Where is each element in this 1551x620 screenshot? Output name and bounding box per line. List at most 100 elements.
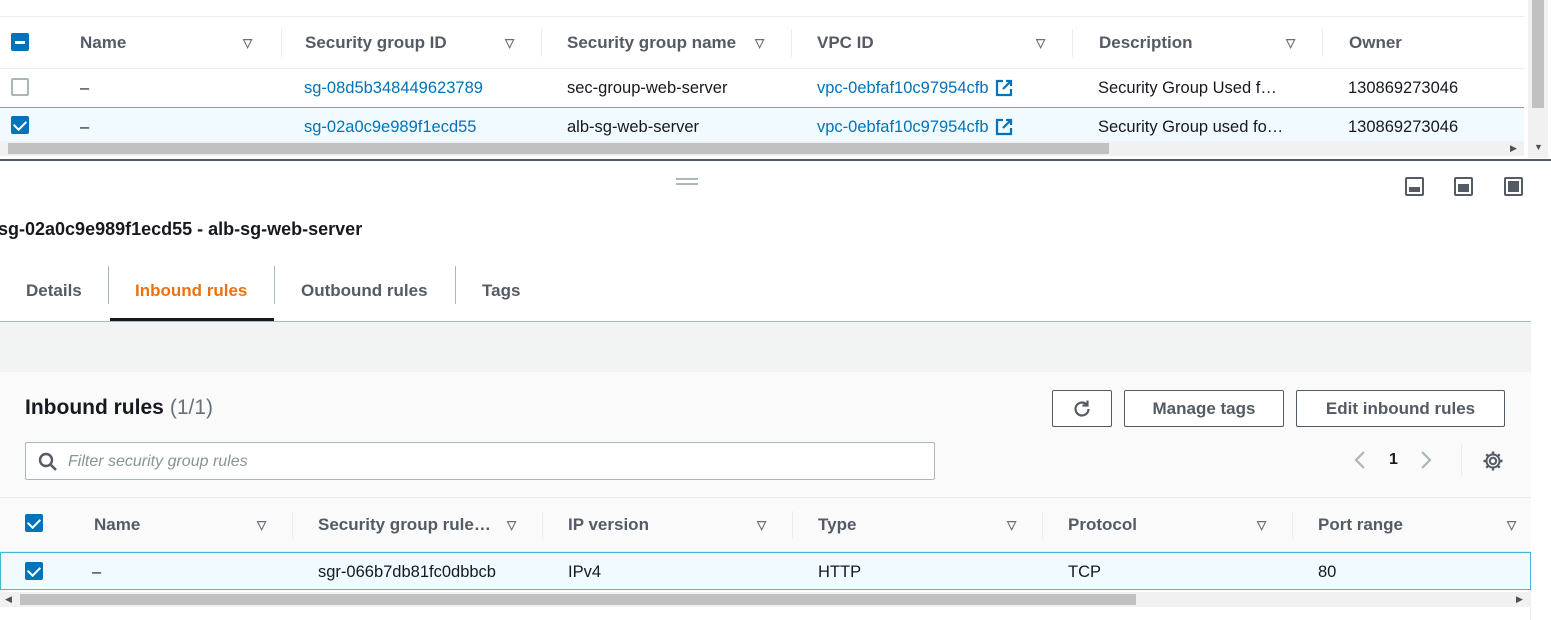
column-header-security-group-name[interactable]: Security group name ▽ [567, 17, 787, 69]
column-divider[interactable] [281, 29, 282, 57]
tab-divider [108, 266, 109, 304]
column-header-port-range[interactable]: Port range ▽ [1318, 499, 1523, 551]
scrollbar-thumb[interactable] [20, 594, 1136, 605]
security-groups-table: Name ▽ Security group ID ▽ Security grou… [0, 0, 1524, 160]
column-header-label: Owner [1349, 33, 1402, 52]
table-top-strip [0, 0, 1524, 17]
sort-icon[interactable]: ▽ [505, 36, 514, 50]
table-row[interactable]: – sg-08d5b348449623789 sec-group-web-ser… [0, 69, 1524, 107]
horizontal-scrollbar[interactable]: ▶ [0, 141, 1524, 156]
scroll-left-arrow-icon[interactable]: ◀ [5, 594, 12, 605]
column-divider[interactable] [292, 511, 293, 539]
external-link-icon[interactable] [995, 118, 1013, 136]
sort-icon[interactable]: ▽ [243, 36, 252, 50]
security-group-id-link[interactable]: sg-08d5b348449623789 [304, 69, 483, 107]
manage-tags-button[interactable]: Manage tags [1124, 390, 1284, 427]
column-header-rule-id[interactable]: Security group rule… ▽ [318, 499, 533, 551]
column-header-label: Name [80, 33, 127, 52]
column-divider[interactable] [541, 29, 542, 57]
scroll-right-arrow-icon[interactable]: ▶ [1516, 594, 1523, 605]
column-header-type[interactable]: Type ▽ [818, 499, 1033, 551]
inbound-rules-container: Inbound rules (1/1) Manage tags Edit inbo… [0, 372, 1531, 620]
external-link-icon[interactable] [995, 79, 1013, 97]
sort-icon[interactable]: ▽ [1007, 518, 1016, 532]
cell-rule-id: sgr-066b7db81fc0dbbcb [318, 562, 496, 581]
inbound-rules-heading: Inbound rules (1/1) [25, 396, 213, 420]
column-header-label: VPC ID [817, 33, 874, 52]
panel-half-layout-icon[interactable] [1454, 177, 1473, 196]
scroll-down-arrow-icon[interactable]: ▼ [1534, 142, 1543, 152]
row-checkbox[interactable] [25, 562, 43, 580]
edit-inbound-rules-button[interactable]: Edit inbound rules [1296, 390, 1505, 427]
column-header-ip-version[interactable]: IP version ▽ [568, 499, 783, 551]
column-header-description[interactable]: Description ▽ [1099, 17, 1309, 69]
sort-icon[interactable]: ▽ [1257, 518, 1266, 532]
cell-type: HTTP [818, 562, 862, 581]
rules-count: (1/1) [169, 396, 214, 419]
column-header-label: Security group rule… [318, 515, 491, 534]
search-icon [38, 452, 57, 471]
scrollbar-thumb[interactable] [1532, 0, 1544, 108]
sort-icon[interactable]: ▽ [257, 518, 266, 532]
column-header-label: Security group name [567, 33, 737, 52]
panel-title: sg-02a0c9e989f1ecd55 - alb-sg-web-server [0, 219, 363, 239]
row-checkbox[interactable] [11, 78, 29, 96]
column-divider[interactable] [542, 511, 543, 539]
chevron-left-icon[interactable] [1352, 450, 1368, 470]
vertical-scrollbar[interactable]: ▼ [1528, 0, 1548, 158]
current-page[interactable]: 1 [1389, 451, 1398, 469]
column-header-label: Security group ID [305, 33, 447, 52]
column-header-label: Name [94, 515, 141, 534]
refresh-icon [1074, 400, 1090, 417]
panel-bottom-layout-icon[interactable] [1405, 177, 1424, 196]
row-checkbox[interactable] [11, 116, 29, 134]
tab-outbound-rules[interactable]: Outbound rules [301, 260, 428, 322]
column-header-label: Port range [1318, 515, 1404, 534]
rules-table-header: Name ▽ Security group rule… ▽ IP version… [0, 498, 1531, 552]
sort-icon[interactable]: ▽ [1036, 36, 1045, 50]
tab-inbound-rules[interactable]: Inbound rules [135, 260, 247, 322]
column-divider[interactable] [1042, 511, 1043, 539]
cell-owner: 130869273046 [1348, 78, 1459, 97]
sort-icon[interactable]: ▽ [1507, 518, 1516, 532]
tab-bar: Details Inbound rules Outbound rules Tag… [0, 260, 1531, 322]
sort-icon[interactable]: ▽ [755, 36, 764, 50]
pagination: 1 [1352, 448, 1434, 472]
settings-gear-icon[interactable] [1482, 450, 1504, 472]
scroll-right-arrow-icon[interactable]: ▶ [1510, 143, 1517, 154]
container-header: Inbound rules (1/1) Manage tags Edit inbo… [0, 372, 1531, 498]
column-header-protocol[interactable]: Protocol ▽ [1068, 499, 1283, 551]
sort-icon[interactable]: ▽ [757, 518, 766, 532]
sort-icon[interactable]: ▽ [1286, 36, 1295, 50]
column-header-name[interactable]: Name ▽ [80, 17, 260, 69]
column-header-name[interactable]: Name ▽ [94, 499, 284, 551]
column-header-owner[interactable]: Owner [1349, 17, 1519, 69]
column-divider[interactable] [1072, 29, 1073, 57]
vpc-id-link[interactable]: vpc-0ebfaf10c97954cfb [817, 69, 1013, 107]
column-header-security-group-id[interactable]: Security group ID ▽ [305, 17, 525, 69]
tab-divider [455, 266, 456, 304]
cell-protocol: TCP [1068, 562, 1101, 581]
filter-field[interactable] [25, 442, 935, 480]
refresh-button[interactable] [1052, 390, 1112, 427]
scrollbar-thumb[interactable] [8, 143, 1109, 154]
active-tab-indicator [110, 318, 274, 321]
chevron-right-icon[interactable] [1418, 450, 1434, 470]
select-all-checkbox[interactable] [25, 514, 43, 532]
select-all-checkbox[interactable] [11, 33, 29, 51]
panel-full-layout-icon[interactable] [1504, 177, 1523, 196]
filter-input[interactable] [68, 451, 908, 473]
column-divider[interactable] [792, 511, 793, 539]
column-divider[interactable] [791, 29, 792, 57]
column-divider[interactable] [1322, 29, 1323, 57]
table-row-selected[interactable]: – sgr-066b7db81fc0dbbcb IPv4 HTTP TCP 80 [0, 552, 1531, 590]
tab-tags[interactable]: Tags [482, 260, 520, 322]
vpc-id-text: vpc-0ebfaf10c97954cfb [817, 78, 989, 97]
sort-icon[interactable]: ▽ [507, 518, 516, 532]
column-header-vpc-id[interactable]: VPC ID ▽ [817, 17, 1057, 69]
column-divider[interactable] [1292, 511, 1293, 539]
horizontal-scrollbar[interactable]: ◀ ▶ [0, 592, 1531, 607]
table-row-selected[interactable]: – sg-02a0c9e989f1ecd55 alb-sg-web-server… [0, 107, 1524, 145]
tab-details[interactable]: Details [26, 260, 82, 322]
resize-handle-icon[interactable] [676, 178, 698, 185]
